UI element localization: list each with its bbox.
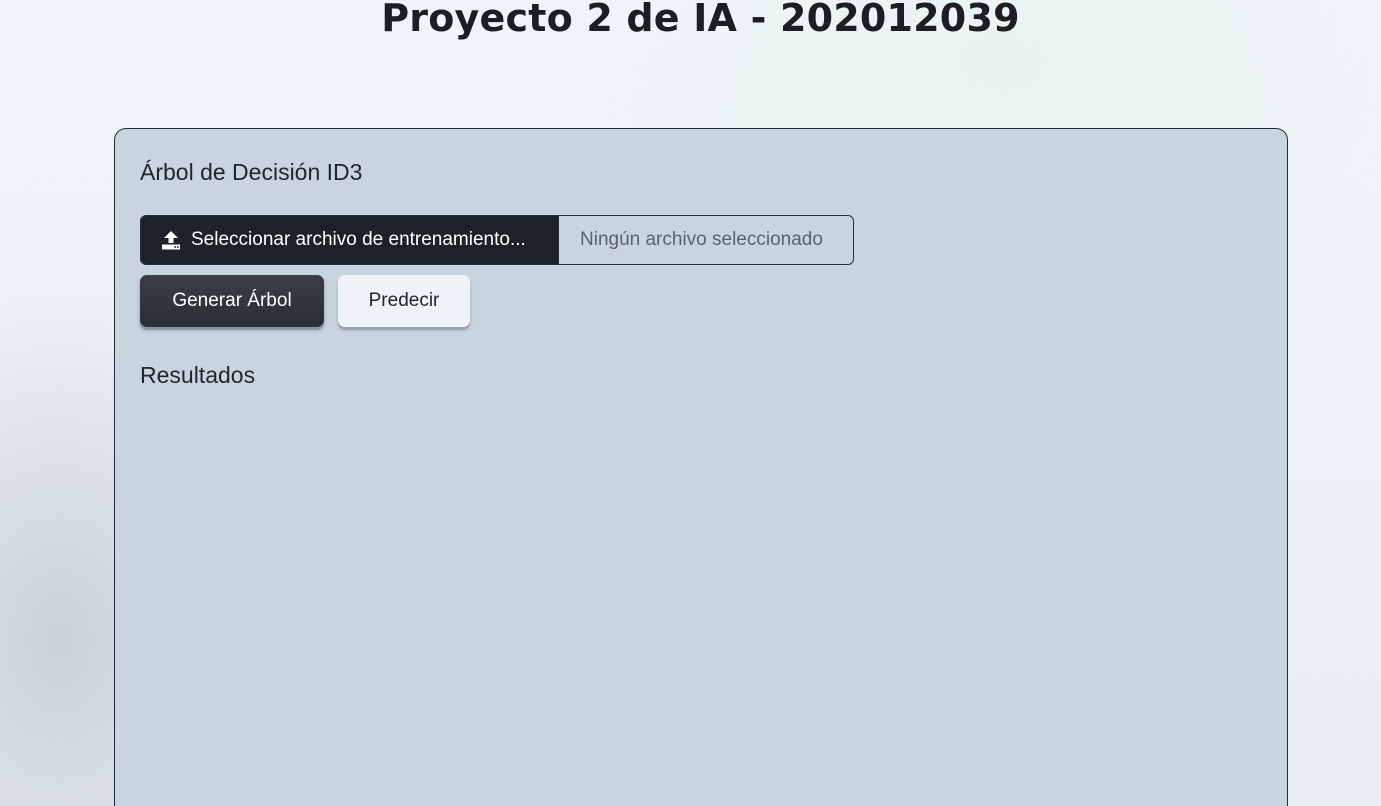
decision-tree-panel: Árbol de Decisión ID3 Seleccionar archiv… <box>114 128 1288 806</box>
panel-title: Árbol de Decisión ID3 <box>140 159 363 185</box>
upload-icon <box>160 229 182 251</box>
results-title: Resultados <box>140 362 256 388</box>
page-title: Proyecto 2 de IA - 202012039 <box>381 0 1020 40</box>
generate-tree-button[interactable]: Generar Árbol <box>140 275 324 327</box>
file-selection-status: Ningún archivo seleccionado <box>558 216 853 264</box>
select-training-file-button[interactable]: Seleccionar archivo de entrenamiento... <box>141 216 558 264</box>
predict-button[interactable]: Predecir <box>338 275 470 327</box>
select-training-file-label: Seleccionar archivo de entrenamiento... <box>191 229 526 250</box>
training-file-input[interactable]: Seleccionar archivo de entrenamiento... … <box>140 215 854 265</box>
results-area <box>140 404 1262 804</box>
